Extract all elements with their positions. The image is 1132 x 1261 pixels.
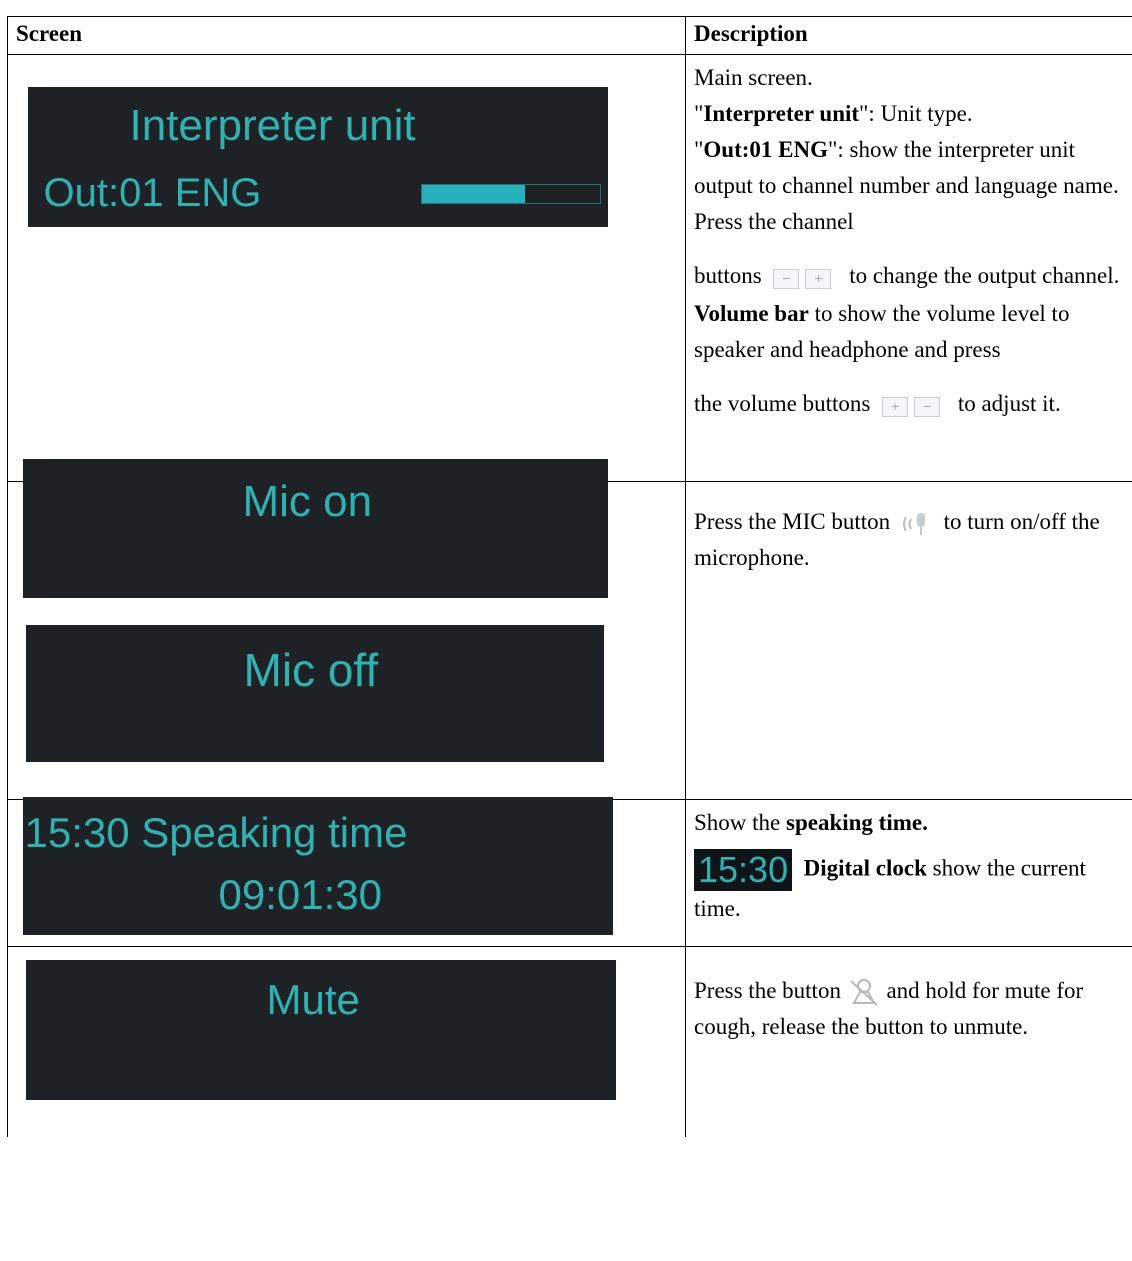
lcd-speaking-time-screen: 15:30 Speaking time 09:01:30 bbox=[22, 796, 613, 935]
lcd-mic-off-screen: Mic off bbox=[25, 624, 604, 762]
description-cell: Press the MIC button to turn on/off the … bbox=[685, 481, 1132, 800]
lcd-output-channel: Out:01 ENG bbox=[43, 170, 262, 215]
desc-main-screen: Main screen. bbox=[694, 65, 813, 90]
table-row: 15:30 Speaking time 09:01:30 Show the sp… bbox=[7, 796, 1132, 947]
desc-volume-buttons: the volume buttons + − to adjust it. bbox=[694, 386, 1130, 424]
lcd-unit-title: Interpreter unit bbox=[129, 100, 416, 150]
lcd-mic-off-text: Mic off bbox=[243, 643, 379, 696]
lcd-mute-text: Mute bbox=[266, 975, 360, 1023]
screen-cell: Mic on Mic off bbox=[7, 458, 686, 800]
mute-button-icon bbox=[847, 977, 881, 1009]
desc-unit-type: "Interpreter unit": Unit type. bbox=[694, 101, 973, 126]
header-screen: Screen bbox=[7, 16, 686, 55]
description-cell: Press the button and hold for mute for c… bbox=[685, 946, 1132, 1137]
lcd-clock-and-label: 15:30 Speaking time bbox=[24, 808, 408, 856]
screen-cell: Mute bbox=[7, 946, 686, 1137]
table-row: Interpreter unit Out:01 ENG Main screen.… bbox=[7, 54, 1132, 482]
desc-output: "Out:01 ENG": show the interpreter unit … bbox=[694, 137, 1119, 234]
description-cell: Main screen. "Interpreter unit": Unit ty… bbox=[685, 54, 1132, 482]
desc-channel-buttons: buttons − + to change the output channel. bbox=[694, 258, 1130, 296]
lcd-mic-on-text: Mic on bbox=[242, 476, 373, 526]
table-row: Mute Press the button and hold for mute … bbox=[7, 946, 1132, 1137]
channel-buttons-icon: − + bbox=[773, 260, 837, 296]
lcd-mic-on-screen: Mic on bbox=[22, 458, 608, 598]
manual-table: Screen Description Interpreter unit Out:… bbox=[7, 16, 1132, 1137]
mic-button-icon bbox=[900, 509, 934, 539]
screen-cell: Interpreter unit Out:01 ENG bbox=[7, 54, 686, 482]
lcd-speaking-time-value: 09:01:30 bbox=[218, 870, 383, 918]
header-description: Description bbox=[685, 16, 1132, 55]
desc-digital-clock: 15:30 Digital clock show the current tim… bbox=[694, 849, 1086, 921]
volume-buttons-icon: + − bbox=[882, 387, 946, 423]
digital-clock-icon: 15:30 bbox=[694, 849, 793, 891]
desc-volume-bar: Volume bar to show the volume level to s… bbox=[694, 300, 1070, 362]
lcd-main-screen: Interpreter unit Out:01 ENG bbox=[27, 86, 608, 227]
description-cell: Show the speaking time. 15:30 Digital cl… bbox=[685, 799, 1132, 947]
desc-speaking-time: Show the speaking time. bbox=[694, 810, 928, 835]
desc-mute-button: Press the button and hold for mute for c… bbox=[694, 977, 1084, 1039]
header-row: Screen Description bbox=[7, 16, 1132, 55]
table-row: Mic on Mic off Press the MIC button to t… bbox=[7, 458, 1132, 800]
desc-mic-button: Press the MIC button to turn on/off the … bbox=[694, 509, 1100, 570]
lcd-mute-screen: Mute bbox=[25, 959, 616, 1100]
volume-bar bbox=[420, 183, 601, 204]
screen-cell: 15:30 Speaking time 09:01:30 bbox=[7, 796, 686, 947]
volume-bar-fill bbox=[421, 184, 525, 203]
